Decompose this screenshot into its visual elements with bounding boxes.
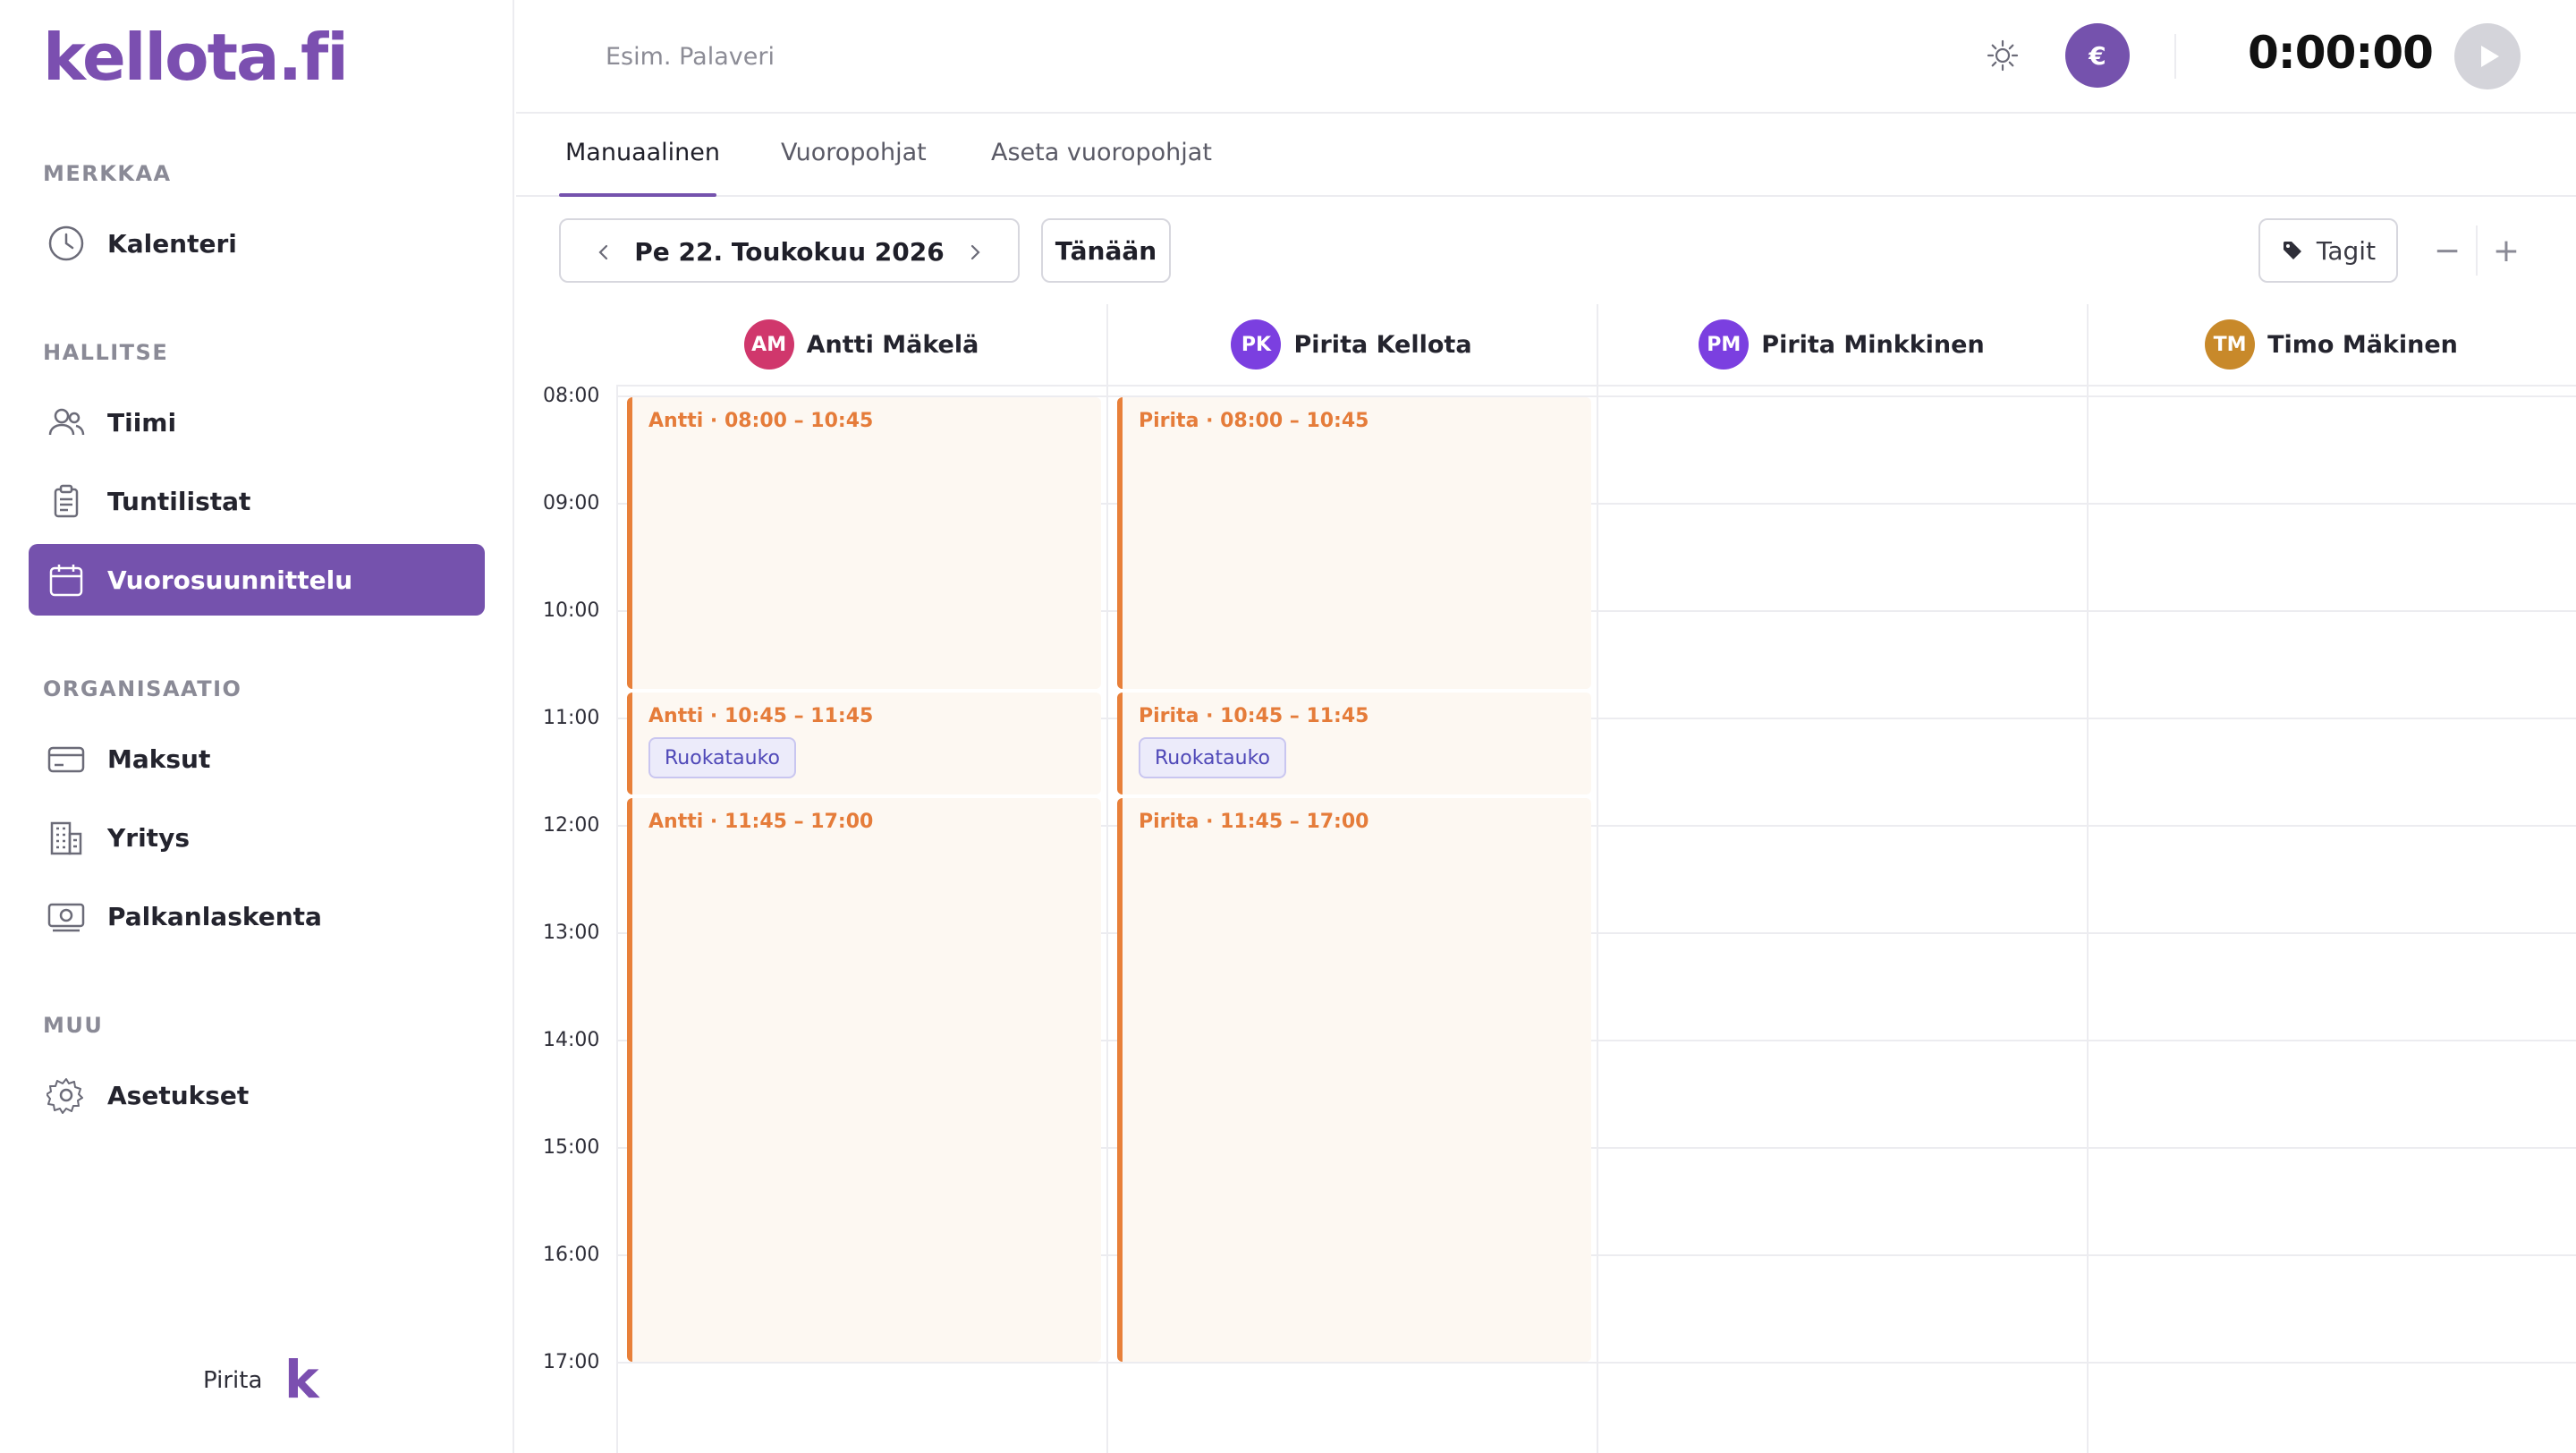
hour-label: 08:00: [543, 385, 600, 407]
sidebar: kellota.fi MERKKAA Kalenteri HALLITSE Ti…: [0, 0, 514, 1453]
avatar: TM: [2205, 319, 2256, 370]
zoom-out-button[interactable]: −: [2419, 218, 2476, 283]
column-divider: [1597, 304, 1598, 1453]
sidebar-item-label: Kalenteri: [107, 228, 237, 259]
sun-icon: [1987, 39, 2019, 72]
employee-name: Timo Mäkinen: [2267, 330, 2458, 359]
shift-title: Pirita · 10:45 – 11:45: [1139, 705, 1369, 727]
section-label-muu: MUU: [43, 1013, 104, 1038]
logo[interactable]: kellota.fi: [43, 20, 349, 95]
gear-icon: [45, 1074, 88, 1117]
tab-manuaalinen[interactable]: Manuaalinen: [565, 139, 720, 166]
shift-block[interactable]: Antti · 11:45 – 17:00: [627, 798, 1101, 1362]
sidebar-item-label: Palkanlaskenta: [107, 901, 322, 931]
section-label-merkkaa: MERKKAA: [43, 161, 172, 186]
sidebar-item-palkanlaskenta[interactable]: Palkanlaskenta: [29, 880, 485, 952]
sidebar-item-kalenteri[interactable]: Kalenteri: [29, 208, 485, 279]
clock-icon: [45, 222, 88, 265]
column-divider: [1106, 304, 1108, 1453]
section-label-hallitse: HALLITSE: [43, 340, 169, 365]
today-button[interactable]: Tänään: [1041, 218, 1171, 283]
sidebar-item-label: Asetukset: [107, 1080, 250, 1110]
sidebar-item-label: Vuorosuunnittelu: [107, 565, 353, 595]
shift-block[interactable]: Pirita · 10:45 – 11:45 Ruokatauko: [1117, 693, 1591, 794]
hour-label: 11:00: [543, 707, 600, 729]
tags-label: Tagit: [2316, 235, 2377, 266]
task-input[interactable]: [606, 34, 1232, 79]
timer-display: 0:00:00: [2248, 27, 2434, 79]
shift-block[interactable]: Pirita · 08:00 – 10:45: [1117, 397, 1591, 689]
sidebar-item-label: Tiimi: [107, 407, 177, 438]
employee-name: Pirita Kellota: [1293, 330, 1472, 359]
shift-title: Pirita · 08:00 – 10:45: [1139, 410, 1369, 432]
section-label-organisaatio: ORGANISAATIO: [43, 676, 242, 701]
active-tab-indicator: [559, 193, 716, 197]
avatar: PM: [1699, 319, 1750, 370]
start-timer-button[interactable]: [2454, 23, 2521, 89]
play-icon: [2481, 46, 2499, 67]
break-tag: Ruokatauko: [648, 737, 797, 778]
column-header-pirita-minkkinen: PM Pirita Minkkinen: [1597, 304, 2087, 387]
hour-label: 12:00: [543, 814, 600, 837]
hour-label: 10:00: [543, 599, 600, 622]
current-date[interactable]: Pe 22. Toukokuu 2026: [561, 237, 1018, 267]
divider: [2174, 34, 2176, 79]
clipboard-icon: [45, 480, 88, 523]
credit-card-icon: [45, 737, 88, 780]
shift-title: Antti · 11:45 – 17:00: [648, 811, 874, 833]
hour-label: 15:00: [543, 1136, 600, 1159]
shift-title: Pirita · 11:45 – 17:00: [1139, 811, 1369, 833]
avatar: AM: [743, 319, 794, 370]
schedule-grid: AM Antti Mäkelä PK Pirita Kellota PM Pir…: [516, 304, 2576, 1453]
sidebar-item-yritys[interactable]: Yritys: [29, 802, 485, 873]
column-header-timo: TM Timo Mäkinen: [2087, 304, 2576, 387]
shift-title: Antti · 08:00 – 10:45: [648, 410, 874, 432]
zoom-controls: − +: [2419, 218, 2535, 283]
shift-block[interactable]: Antti · 10:45 – 11:45 Ruokatauko: [627, 693, 1101, 794]
money-icon: [45, 895, 88, 938]
hour-label: 13:00: [543, 922, 600, 944]
shift-block[interactable]: Pirita · 11:45 – 17:00: [1117, 798, 1591, 1362]
sidebar-item-label: Tuntilistat: [107, 486, 251, 516]
column-header-pirita-kellota: PK Pirita Kellota: [1106, 304, 1597, 387]
avatar: PK: [1231, 319, 1282, 370]
tag-icon: [2283, 242, 2301, 259]
footer-logo: k: [284, 1349, 319, 1410]
date-picker: Pe 22. Toukokuu 2026: [559, 218, 1020, 283]
sidebar-item-tiimi[interactable]: Tiimi: [29, 387, 485, 458]
tab-bar: Manuaalinen Vuoropohjat Aseta vuoropohja…: [516, 114, 2576, 197]
column-divider: [616, 387, 618, 1453]
shift-title: Antti · 10:45 – 11:45: [648, 705, 874, 727]
tags-button[interactable]: Tagit: [2258, 218, 2398, 283]
building-icon: [45, 816, 88, 859]
current-user-name[interactable]: Pirita: [203, 1367, 262, 1394]
column-divider: [2087, 304, 2089, 1453]
hour-gridline: [616, 1362, 2576, 1364]
sidebar-item-label: Yritys: [107, 822, 190, 853]
sidebar-item-label: Maksut: [107, 743, 211, 774]
sidebar-item-maksut[interactable]: Maksut: [29, 723, 485, 794]
tab-vuoropohjat[interactable]: Vuoropohjat: [781, 139, 927, 166]
calendar-icon: [45, 558, 88, 601]
sidebar-item-asetukset[interactable]: Asetukset: [29, 1059, 485, 1131]
zoom-in-button[interactable]: +: [2478, 218, 2535, 283]
next-day-button[interactable]: [959, 236, 991, 268]
tab-aseta-vuoropohjat[interactable]: Aseta vuoropohjat: [991, 139, 1212, 166]
hour-label: 14:00: [543, 1029, 600, 1051]
users-icon: [45, 401, 88, 444]
employee-name: Pirita Minkkinen: [1761, 330, 1985, 359]
chevron-right-icon: [970, 244, 980, 260]
shift-block[interactable]: Antti · 08:00 – 10:45: [627, 397, 1101, 689]
billing-button[interactable]: €: [2065, 23, 2130, 88]
topbar: € 0:00:00: [516, 0, 2576, 114]
break-tag: Ruokatauko: [1139, 737, 1287, 778]
theme-toggle[interactable]: [1981, 34, 2024, 77]
sidebar-item-tuntilistat[interactable]: Tuntilistat: [29, 465, 485, 537]
column-header-antti: AM Antti Mäkelä: [616, 304, 1106, 387]
hour-label: 09:00: [543, 492, 600, 514]
hour-label: 16:00: [543, 1244, 600, 1266]
employee-name: Antti Mäkelä: [806, 330, 979, 359]
hour-label: 17:00: [543, 1351, 600, 1373]
sidebar-item-vuorosuunnittelu[interactable]: Vuorosuunnittelu: [29, 544, 485, 616]
